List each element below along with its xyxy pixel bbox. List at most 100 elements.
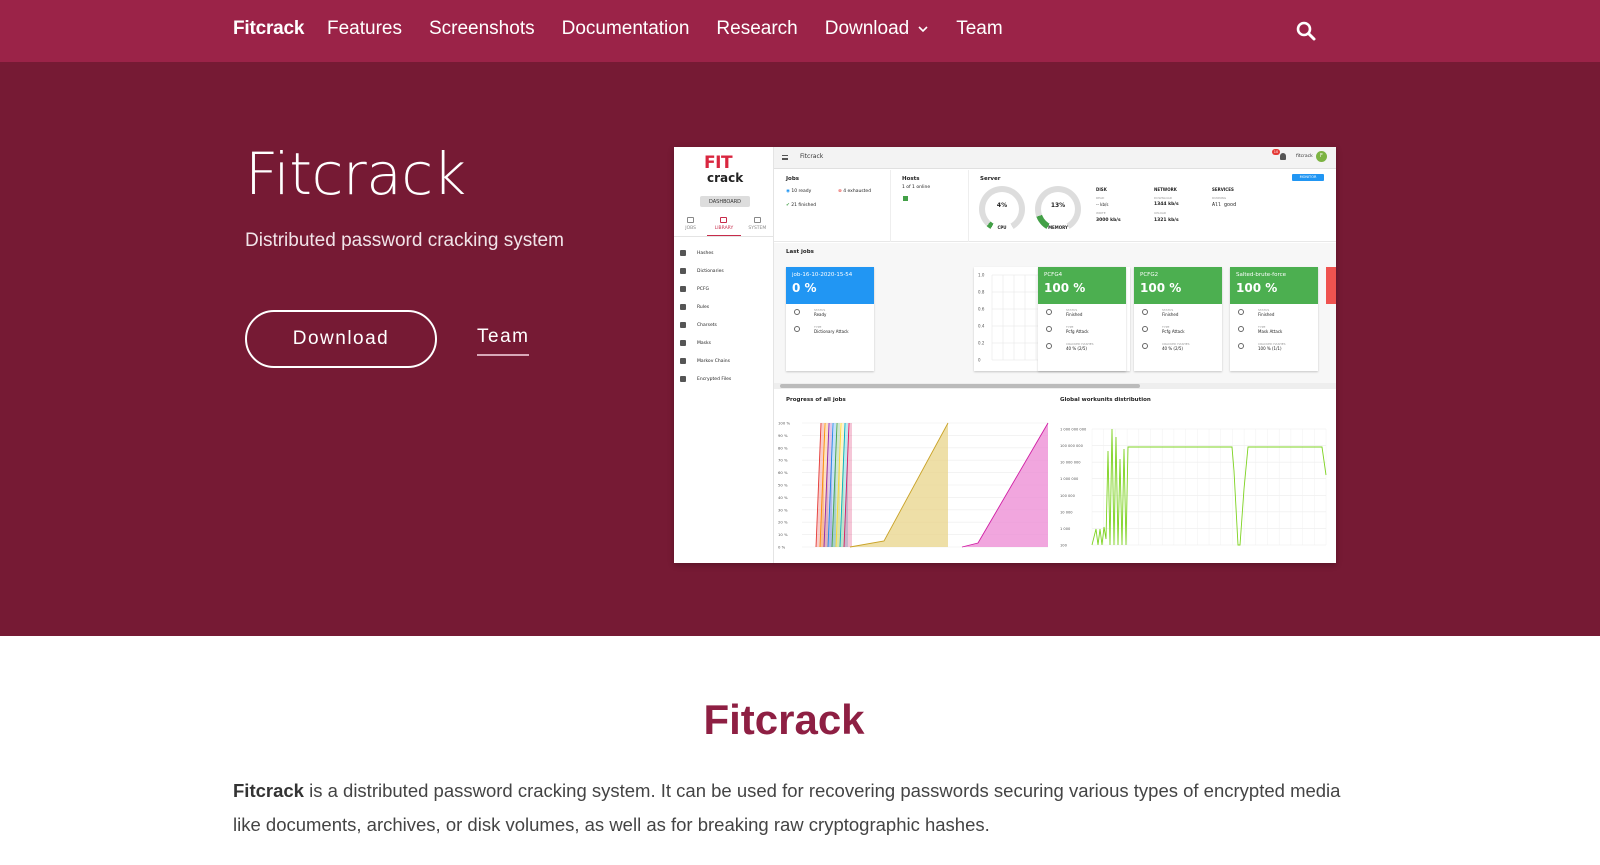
stats-divider (968, 170, 969, 242)
net-download-value: 1344 kb/s (1154, 202, 1179, 207)
job-type-row: TYPE Pcfg Attack (1038, 321, 1126, 338)
hero-subtitle: Distributed password cracking system (245, 230, 564, 251)
tick-label: 1 000 (1060, 527, 1071, 531)
tick-label: 10 000 (1060, 510, 1073, 514)
job-status-row: STATUS Finished (1230, 304, 1318, 321)
cpu-value: 4% (996, 202, 1008, 209)
disk-label: DISK (1096, 187, 1107, 192)
screenshot-sidebar: FIT crack DASHBOARD JOBS LIBRARY SYSTEM … (674, 147, 774, 563)
job-card: job-16-10-2020-15-54 0 % STATUS Ready TYP… (786, 267, 874, 371)
job-type: Dictionary Attack (814, 329, 849, 334)
nav-item-documentation[interactable]: Documentation (562, 18, 690, 40)
menu-label: Hashes (697, 250, 714, 256)
logo-bottom-text: crack (707, 171, 744, 185)
row-label: TYPE (1258, 325, 1266, 329)
menu-label: PCFG (697, 286, 709, 292)
services-label: SERVICES (1212, 187, 1234, 192)
menu-item-markov: Markov Chains (674, 352, 774, 370)
tick-label: 1 000 000 (1060, 477, 1079, 481)
services-status: All good (1212, 202, 1237, 208)
row-label: TYPE (814, 325, 822, 329)
tab-system: SYSTEM (741, 215, 774, 236)
job-name: PCFG2 (1140, 272, 1159, 278)
tick-label: 10 % (778, 532, 788, 537)
abc-icon (680, 322, 686, 328)
gear-icon (753, 217, 761, 223)
nav-item-screenshots[interactable]: Screenshots (429, 18, 535, 40)
user-name: fitcrack (1296, 154, 1313, 159)
stats-divider (890, 170, 891, 242)
disk-write-label: WRITE (1096, 211, 1106, 215)
tick-label: 100 % (778, 421, 790, 426)
intro-bold: Fitcrack (233, 780, 304, 801)
menu-item-pcfg: PCFG (674, 280, 774, 298)
nav-item-features[interactable]: Features (327, 18, 402, 40)
tick-label: 40 % (778, 495, 788, 500)
charts-svg: 100 % 90 % 80 % 70 % 60 % 50 % 40 % 30 % 20 % 10 … (778, 421, 1327, 550)
bell-icon (1280, 153, 1286, 160)
jobs-exhausted: ⊗ 4 exhausted (838, 189, 872, 194)
cracked-icon (1046, 343, 1052, 349)
job-card-header: PCFG2 100 % (1134, 267, 1222, 304)
book-icon (680, 268, 686, 274)
job-status-row: STATUS Ready (786, 304, 874, 321)
job-status: Finished (1258, 312, 1275, 317)
job-card-header: PCFG4 100 % (1038, 267, 1126, 304)
search-icon[interactable] (1295, 20, 1317, 42)
notification-badge: 10 (1272, 149, 1280, 155)
charts-panel: Progress of all jobs Global workunits di… (774, 389, 1336, 563)
job-type-row: TYPE Dictionary Attack (786, 321, 874, 338)
disk-write-value: 3000 kb/s (1096, 218, 1121, 223)
job-name: job-16-10-2020-15-54 (792, 272, 853, 278)
menu-label: Markov Chains (697, 358, 730, 364)
nav-brand[interactable]: Fitcrack (233, 18, 304, 40)
job-cracked-row: CRACKED HASHES 40 % (2/5) (1134, 338, 1222, 355)
tick-label: 0.4 (978, 324, 985, 329)
logo-top-text: FIT (704, 153, 733, 173)
menu-item-encrypted-files: Encrypted Files (674, 370, 774, 388)
tick-label: 50 % (778, 483, 788, 488)
jobs-ready: ◉ 10 ready (786, 189, 812, 194)
row-label: CRACKED HASHES (1162, 342, 1190, 346)
sidebar-menu: Hashes Dictionaries PCFG Rules Charsets … (674, 244, 774, 388)
tick-label: 60 % (778, 470, 788, 475)
download-button[interactable]: Download (245, 310, 437, 368)
job-status: Ready (814, 312, 827, 317)
row-label: CRACKED HASHES (1066, 342, 1094, 346)
cpu-label: CPU (997, 225, 1007, 230)
nav-item-research[interactable]: Research (716, 18, 797, 40)
net-download-label: DOWNLOAD (1154, 196, 1173, 200)
server-title: Server (980, 176, 1001, 182)
tick-label: 100 000 000 (1060, 444, 1084, 448)
arrows-icon (680, 286, 686, 292)
nav-item-download[interactable]: Download (825, 18, 930, 40)
job-type-row: TYPE Mask Attack (1230, 321, 1318, 338)
job-status-row: STATUS Finished (1038, 304, 1126, 321)
row-label: STATUS (1258, 308, 1270, 312)
job-status: Finished (1066, 312, 1083, 317)
job-status: Finished (1162, 312, 1179, 317)
intro-text: is a distributed password cracking syste… (233, 780, 1341, 835)
memory-value: 13% (1050, 202, 1066, 209)
tick-label: 1.0 (978, 273, 985, 278)
tick-label: 0.8 (978, 290, 985, 295)
cpu-gauge: 4% CPU (979, 186, 1025, 232)
job-card: Salted-brute-force 100 % STATUS Finished … (1230, 267, 1318, 371)
row-label: CRACKED HASHES (1258, 342, 1286, 346)
type-icon (794, 326, 800, 332)
scrollbar-thumb[interactable] (780, 384, 1140, 388)
rule-icon (680, 304, 686, 310)
menu-item-masks: Masks (674, 334, 774, 352)
team-link[interactable]: Team (477, 326, 530, 356)
app-screenshot[interactable]: FIT crack DASHBOARD JOBS LIBRARY SYSTEM … (674, 147, 1336, 563)
job-cracked: 40 % (2/5) (1162, 346, 1183, 351)
folder-icon (720, 217, 728, 223)
jobs-finished: ✔ 21 finished (786, 203, 817, 208)
mask-icon (680, 340, 686, 346)
job-progress: 0 % (792, 281, 817, 295)
memory-label: MEMORY (1048, 225, 1068, 230)
status-icon (1142, 309, 1148, 315)
briefcase-icon (687, 217, 695, 223)
nav-item-team[interactable]: Team (956, 18, 1002, 40)
job-type: Pcfg Attack (1162, 329, 1185, 334)
